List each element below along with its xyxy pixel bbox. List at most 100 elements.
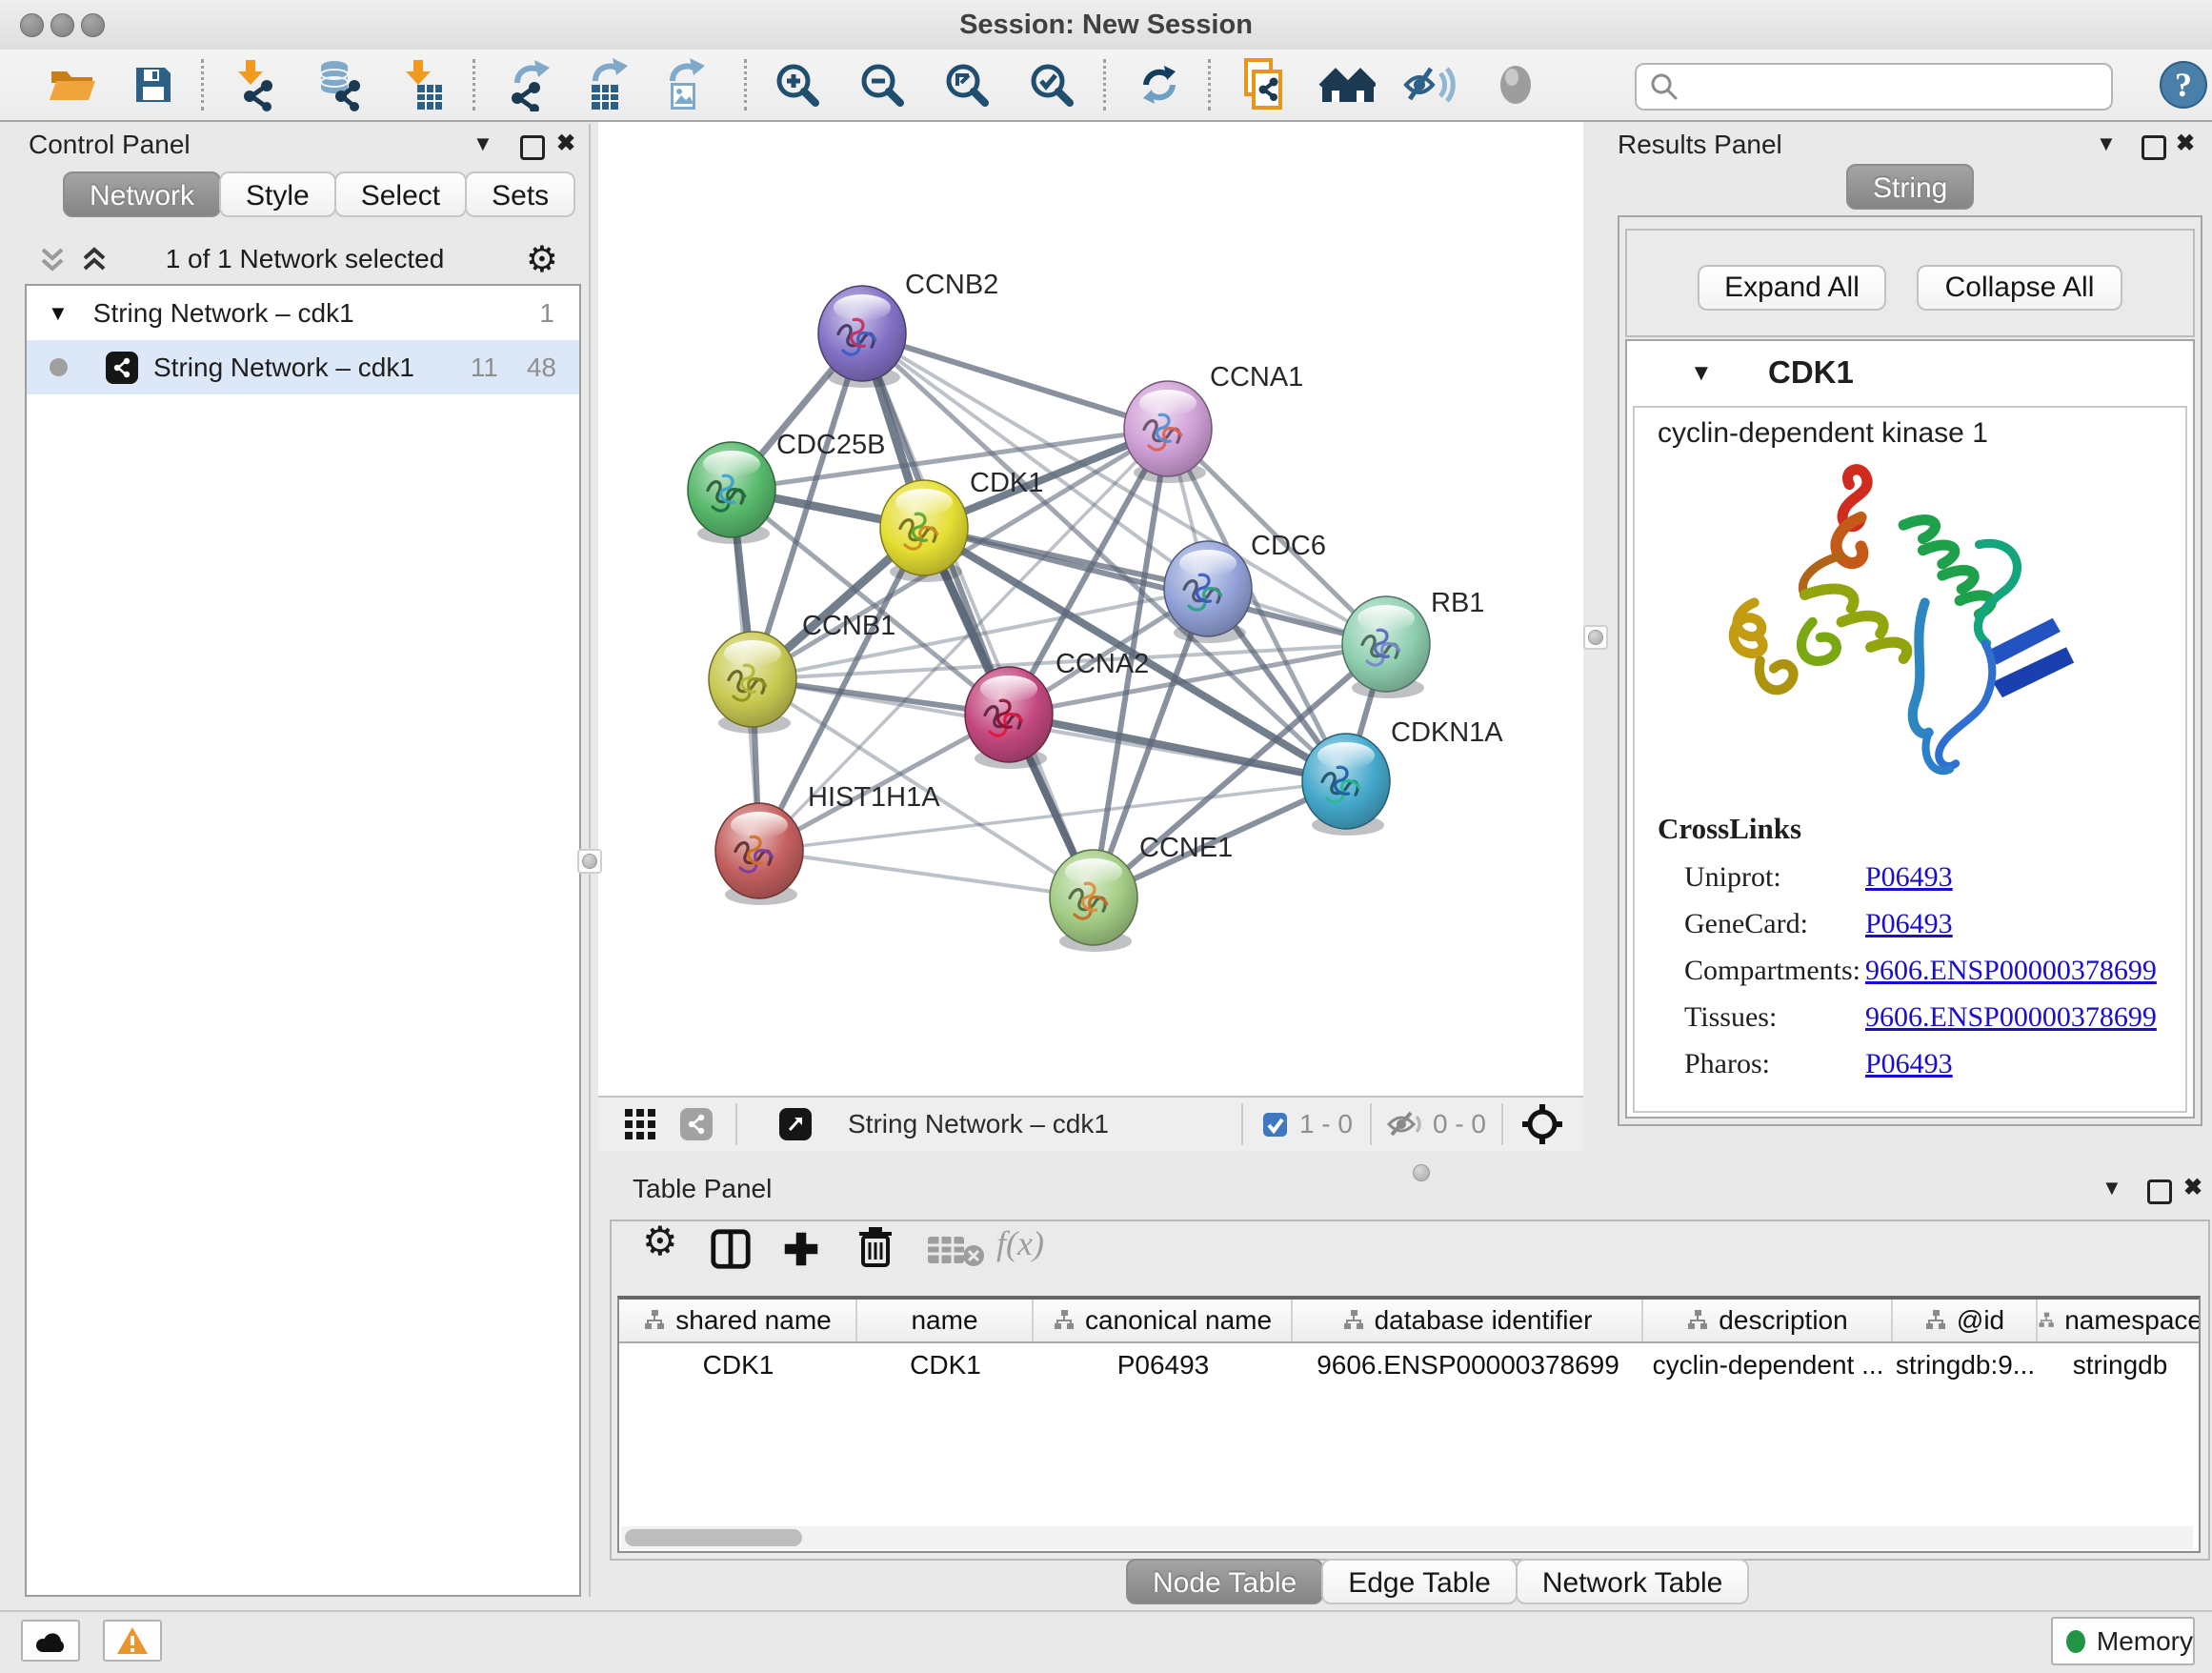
import-table-from-file-button[interactable] — [394, 57, 452, 112]
cell-namespace[interactable]: stringdb — [2038, 1343, 2201, 1387]
status-bar: Memory — [0, 1610, 2212, 1673]
network-view-icon[interactable] — [680, 1108, 713, 1140]
control-panel-close-icon[interactable]: ✖ — [556, 130, 575, 157]
crosslink-uniprot[interactable]: P06493 — [1865, 861, 1953, 894]
birds-eye-view-icon[interactable] — [779, 1108, 812, 1140]
table-options-gear-icon[interactable]: ⚙ — [642, 1218, 678, 1264]
tab-string[interactable]: String — [1846, 164, 1974, 210]
network-node-RB1[interactable] — [1342, 596, 1430, 698]
tab-edge-table[interactable]: Edge Table — [1321, 1559, 1518, 1604]
delete-table-icon[interactable] — [926, 1233, 985, 1267]
left-divider-handle[interactable] — [577, 849, 602, 874]
tree-expander-icon[interactable]: ▼ — [48, 301, 69, 326]
zoom-out-button[interactable] — [854, 57, 911, 112]
network-canvas[interactable]: CCNB2CCNA1CDC25BCDK1CDC6RB1CCNB1CCNA2CDK… — [598, 122, 1583, 1096]
network-tree-item-row[interactable]: String Network – cdk1 11 48 — [27, 340, 579, 394]
tab-sets[interactable]: Sets — [465, 171, 575, 217]
tab-network[interactable]: Network — [63, 171, 221, 217]
column-header-namespace[interactable]: namespace — [2038, 1300, 2201, 1341]
shared-column-icon — [1342, 1309, 1365, 1332]
show-hidden-button[interactable] — [1487, 57, 1544, 112]
crosslink-row: Uniprot: P06493 — [1684, 861, 2161, 894]
network-options-gear-icon[interactable]: ⚙ — [526, 238, 558, 281]
table-panel-menu-icon[interactable]: ▼ — [2101, 1176, 2122, 1200]
hidden-eye-icon[interactable] — [1385, 1108, 1423, 1140]
column-header-canonical-name[interactable]: canonical name — [1034, 1300, 1293, 1341]
column-header-description[interactable]: description — [1643, 1300, 1893, 1341]
control-panel-float-icon[interactable] — [520, 135, 545, 160]
node-count: 11 — [471, 353, 498, 383]
results-panel-close-icon[interactable]: ✖ — [2176, 130, 2195, 157]
column-header-database-identifier[interactable]: database identifier — [1293, 1300, 1643, 1341]
network-node-HIST1H1A[interactable] — [715, 803, 803, 905]
crosslink-pharos[interactable]: P06493 — [1865, 1048, 1953, 1080]
refresh-button[interactable] — [1131, 57, 1188, 112]
table-panel-close-icon[interactable]: ✖ — [2183, 1174, 2202, 1201]
crosshair-icon[interactable] — [1520, 1102, 1564, 1146]
cell-shared-name[interactable]: CDK1 — [619, 1343, 857, 1387]
network-node-CCNA2[interactable] — [965, 667, 1053, 769]
tab-style[interactable]: Style — [219, 171, 336, 217]
expand-all-button[interactable]: Expand All — [1698, 265, 1886, 311]
memory-status-button[interactable]: Memory — [2051, 1617, 2195, 1665]
scrollbar-thumb[interactable] — [625, 1529, 802, 1546]
table-horizontal-scrollbar[interactable] — [621, 1526, 2193, 1549]
crosslink-compartments[interactable]: 9606.ENSP00000378699 — [1865, 955, 2157, 987]
cell-canonical-name[interactable]: P06493 — [1034, 1343, 1293, 1387]
zoom-selected-button[interactable] — [1023, 57, 1080, 112]
results-panel-menu-icon[interactable]: ▼ — [2096, 131, 2117, 156]
delete-column-icon[interactable] — [855, 1225, 895, 1271]
import-network-from-database-button[interactable] — [310, 57, 367, 112]
zoom-in-button[interactable] — [769, 57, 826, 112]
clone-network-button[interactable] — [1235, 57, 1292, 112]
crosslink-genecard[interactable]: P06493 — [1865, 908, 1953, 940]
results-panel-float-icon[interactable] — [2142, 135, 2166, 160]
network-node-CCNB1[interactable] — [709, 632, 796, 734]
tab-node-table[interactable]: Node Table — [1126, 1559, 1323, 1604]
cell-name[interactable]: CDK1 — [857, 1343, 1034, 1387]
cell-database-identifier[interactable]: 9606.ENSP00000378699 — [1293, 1343, 1643, 1387]
table-row[interactable]: CDK1 CDK1 P06493 9606.ENSP00000378699 cy… — [619, 1343, 2199, 1387]
network-node-CCNA1[interactable] — [1124, 381, 1212, 483]
cloud-status-button[interactable] — [21, 1620, 80, 1662]
cell-description[interactable]: cyclin-dependent ... — [1643, 1343, 1893, 1387]
tab-network-table[interactable]: Network Table — [1516, 1559, 1750, 1604]
add-column-icon[interactable] — [779, 1227, 823, 1271]
tab-select[interactable]: Select — [334, 171, 467, 217]
selected-checkbox-icon[interactable] — [1262, 1112, 1288, 1138]
network-node-CDK1[interactable] — [880, 480, 968, 582]
search-input[interactable] — [1688, 71, 2111, 103]
column-header-name[interactable]: name — [857, 1300, 1034, 1341]
show-columns-icon[interactable] — [709, 1227, 753, 1271]
zoom-fit-button[interactable] — [938, 57, 995, 112]
crosslink-tissues[interactable]: 9606.ENSP00000378699 — [1865, 1001, 2157, 1034]
network-node-CDC25B[interactable] — [688, 442, 775, 544]
table-panel-float-icon[interactable] — [2147, 1179, 2172, 1204]
control-panel-menu-icon[interactable]: ▼ — [473, 131, 493, 156]
export-network-button[interactable] — [500, 57, 557, 112]
bottom-divider-handle[interactable] — [1413, 1164, 1430, 1181]
export-image-button[interactable] — [655, 57, 713, 112]
home-button[interactable] — [1318, 57, 1376, 112]
help-button[interactable]: ? — [2155, 57, 2212, 112]
edge-HIST1H1A-CCNE1[interactable] — [759, 851, 1094, 897]
network-tree: ▼ String Network – cdk1 1 String Network… — [25, 284, 581, 1597]
import-network-from-file-button[interactable] — [225, 57, 282, 112]
function-builder-icon[interactable]: f(x) — [996, 1223, 1044, 1263]
cell-id[interactable]: stringdb:9... — [1893, 1343, 2038, 1387]
network-tree-root-row[interactable]: ▼ String Network – cdk1 1 — [27, 286, 579, 340]
warning-status-button[interactable] — [103, 1620, 162, 1662]
column-header-id[interactable]: @id — [1893, 1300, 2038, 1341]
open-session-button[interactable] — [44, 57, 101, 112]
column-header-shared-name[interactable]: shared name — [619, 1300, 857, 1341]
gene-expander-icon[interactable]: ▼ — [1690, 360, 1713, 387]
network-node-CCNE1[interactable] — [1050, 850, 1137, 952]
edge-CCNB2-CCNA1[interactable] — [862, 333, 1168, 429]
export-table-button[interactable] — [578, 57, 635, 112]
hide-selected-button[interactable] — [1400, 57, 1458, 112]
grid-view-icon[interactable] — [623, 1107, 657, 1141]
network-node-CDKN1A[interactable] — [1302, 734, 1390, 836]
collapse-all-button[interactable]: Collapse All — [1917, 265, 2122, 311]
node-label-CCNE1: CCNE1 — [1139, 833, 1233, 863]
save-session-button[interactable] — [125, 57, 182, 112]
